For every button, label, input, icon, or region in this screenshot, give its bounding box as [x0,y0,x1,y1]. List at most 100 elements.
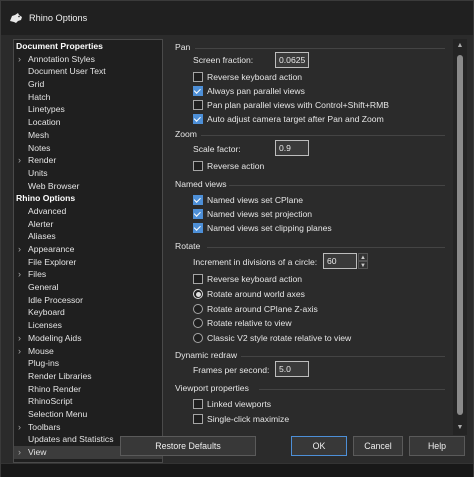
chevron-right-icon[interactable]: › [18,243,21,256]
tree-item[interactable]: › Appearance [14,243,162,256]
tree-item[interactable]: › Modeling Aids [14,332,162,345]
panel-scrollbar[interactable]: ▲ ▼ [453,39,467,435]
zoom-reverse-action-checkbox[interactable]: Reverse action [193,161,264,171]
chevron-right-icon[interactable]: › [18,268,21,281]
tree-item[interactable]: Units [14,167,162,180]
tree-item[interactable]: Hatch [14,91,162,104]
background-strip [1,463,473,477]
tree-item-label: Linetypes [28,104,65,115]
checkbox-unchecked-icon [193,72,203,82]
tree-item-label: Units [28,167,48,178]
named-views-projection-checkbox[interactable]: Named views set projection [193,209,312,219]
screen-fraction-input[interactable]: 0.0625 [275,52,309,68]
increment-input[interactable]: 60 [323,253,357,269]
pan-plan-parallel-checkbox[interactable]: Pan plan parallel views with Control+Shi… [193,100,389,110]
tree-item[interactable]: › Render [14,154,162,167]
tree-item[interactable]: Grid [14,78,162,91]
rotate-reverse-keyboard-checkbox[interactable]: Reverse keyboard action [193,274,302,284]
tree-item[interactable]: Mesh [14,129,162,142]
tree-item[interactable]: Alerter [14,218,162,231]
tree-item[interactable]: RhinoScript [14,395,162,408]
tree-item[interactable]: › Mouse [14,345,162,358]
tree-item[interactable]: Licenses [14,319,162,332]
scroll-down-icon[interactable]: ▼ [456,424,464,432]
radio-unselected-icon [193,318,203,328]
tree-item-label: File Explorer [28,256,77,267]
rotate-relative-view-label: Rotate relative to view [207,318,292,328]
chevron-right-icon[interactable]: › [18,154,21,167]
chevron-right-icon[interactable]: › [18,345,21,358]
pan-group-title: Pan [175,42,191,52]
rotate-relative-view-radio[interactable]: Rotate relative to view [193,318,292,328]
chevron-right-icon[interactable]: › [18,446,21,459]
chevron-right-icon[interactable]: › [18,421,21,434]
named-views-divider [229,185,445,186]
scale-factor-input[interactable]: 0.9 [275,140,309,156]
help-button[interactable]: Help [409,436,465,456]
rotate-reverse-keyboard-label: Reverse keyboard action [207,274,303,284]
named-views-clipping-checkbox[interactable]: Named views set clipping planes [193,223,332,233]
tree-item[interactable]: Idle Processor [14,294,162,307]
tree-item[interactable]: Plug-ins [14,357,162,370]
tree-item[interactable]: Document User Text [14,65,162,78]
tree-item-label: Advanced [28,205,67,216]
increment-row: Increment in divisions of a circle: [193,257,317,267]
chevron-right-icon[interactable]: › [18,53,21,66]
chevron-right-icon[interactable]: › [18,332,21,345]
restore-defaults-button[interactable]: Restore Defaults [120,436,256,456]
tree-item-label: Idle Processor [28,294,83,305]
tree-item[interactable]: Rhino Render [14,383,162,396]
always-pan-parallel-checkbox[interactable]: Always pan parallel views [193,86,305,96]
tree-item[interactable]: Keyboard [14,306,162,319]
tree-item-label: Modeling Aids [28,332,82,343]
ok-button[interactable]: OK [291,436,347,456]
rotate-world-radio[interactable]: Rotate around world axes [193,289,305,299]
rotate-cplane-radio[interactable]: Rotate around CPlane Z-axis [193,304,318,314]
cancel-button[interactable]: Cancel [353,436,403,456]
tree-item[interactable]: Selection Menu [14,408,162,421]
tree-item[interactable]: Linetypes [14,103,162,116]
increment-label: Increment in divisions of a circle: [193,257,318,267]
linked-viewports-label: Linked viewports [207,399,272,409]
pan-reverse-keyboard-label: Reverse keyboard action [207,72,303,82]
tree-item[interactable]: Location [14,116,162,129]
tree-item[interactable]: › Annotation Styles [14,53,162,66]
checkbox-unchecked-icon [193,100,203,110]
tree-item-label: Selection Menu [28,408,88,419]
pan-reverse-keyboard-checkbox[interactable]: Reverse keyboard action [193,72,302,82]
fps-input[interactable]: 5.0 [275,361,309,377]
window-title: Rhino Options [29,13,88,23]
spin-down-icon[interactable]: ▼ [358,261,368,269]
linked-viewports-checkbox[interactable]: Linked viewports [193,399,271,409]
scale-factor-row: Scale factor: [193,144,241,154]
scrollbar-thumb[interactable] [457,55,463,415]
tree-item-label: Mesh [28,129,50,140]
single-click-maximize-checkbox[interactable]: Single-click maximize [193,414,289,424]
tree-section-header[interactable]: Document Properties [14,40,162,53]
checkbox-checked-icon [193,195,203,205]
named-views-cplane-checkbox[interactable]: Named views set CPlane [193,195,303,205]
tree-item[interactable]: Advanced [14,205,162,218]
scroll-up-icon[interactable]: ▲ [456,42,464,50]
spin-up-icon[interactable]: ▲ [358,253,368,261]
tree-item[interactable]: › Toolbars [14,421,162,434]
radio-unselected-icon [193,333,203,343]
tree-item[interactable]: Web Browser [14,180,162,193]
tree-item[interactable]: Render Libraries [14,370,162,383]
zoom-divider [201,135,445,136]
rotate-world-label: Rotate around world axes [207,289,305,299]
auto-adjust-camera-checkbox[interactable]: Auto adjust camera target after Pan and … [193,114,384,124]
tree-item-label: General [28,282,59,293]
tree-item[interactable]: General [14,281,162,294]
named-views-clipping-label: Named views set clipping planes [207,223,332,233]
increment-spinner[interactable]: ▲ ▼ [358,253,368,269]
tree-section-header[interactable]: Rhino Options [14,192,162,205]
tree-item[interactable]: › Files [14,268,162,281]
options-tree[interactable]: Document Properties › Annotation Styles Doc… [13,39,163,463]
tree-item[interactable]: File Explorer [14,256,162,269]
tree-item[interactable]: Notes [14,142,162,155]
rotate-classic-v2-radio[interactable]: Classic V2 style rotate relative to view [193,333,351,343]
viewport-properties-group-title: Viewport properties [175,383,249,393]
fps-label: Frames per second: [193,365,270,375]
tree-item[interactable]: Aliases [14,230,162,243]
